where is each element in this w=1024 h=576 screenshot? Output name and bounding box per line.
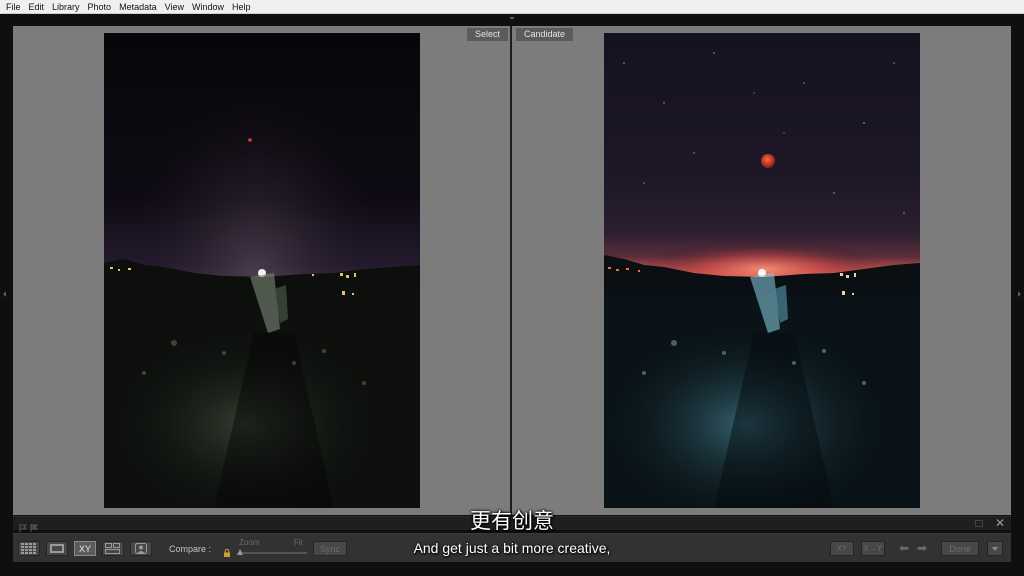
menu-file[interactable]: File (0, 0, 25, 14)
candidate-night-photo (604, 33, 920, 508)
menu-metadata[interactable]: Metadata (115, 0, 161, 14)
menu-library[interactable]: Library (48, 0, 84, 14)
menu-bar: File Edit Library Photo Metadata View Wi… (0, 0, 1024, 14)
candidate-pane[interactable]: Candidate (512, 26, 1011, 515)
menu-window[interactable]: Window (188, 0, 228, 14)
select-pane[interactable]: Select (13, 26, 510, 515)
candidate-label: Candidate (516, 28, 574, 41)
left-panel-toggle-icon[interactable] (3, 291, 6, 297)
top-panel-toggle-icon[interactable] (509, 17, 515, 20)
compare-view: Select Candidate (13, 26, 1011, 515)
subtitle-english: And get just a bit more creative, (413, 540, 611, 556)
subtitle-chinese: 更有创意 (470, 509, 554, 533)
select-photo[interactable] (104, 33, 420, 508)
right-panel-toggle-icon[interactable] (1018, 291, 1021, 297)
menu-edit[interactable]: Edit (25, 0, 49, 14)
select-night-photo (104, 33, 420, 508)
menu-photo[interactable]: Photo (84, 0, 116, 14)
menu-help[interactable]: Help (228, 0, 255, 14)
menu-view[interactable]: View (161, 0, 188, 14)
select-label: Select (466, 28, 508, 41)
candidate-photo[interactable] (604, 33, 920, 508)
